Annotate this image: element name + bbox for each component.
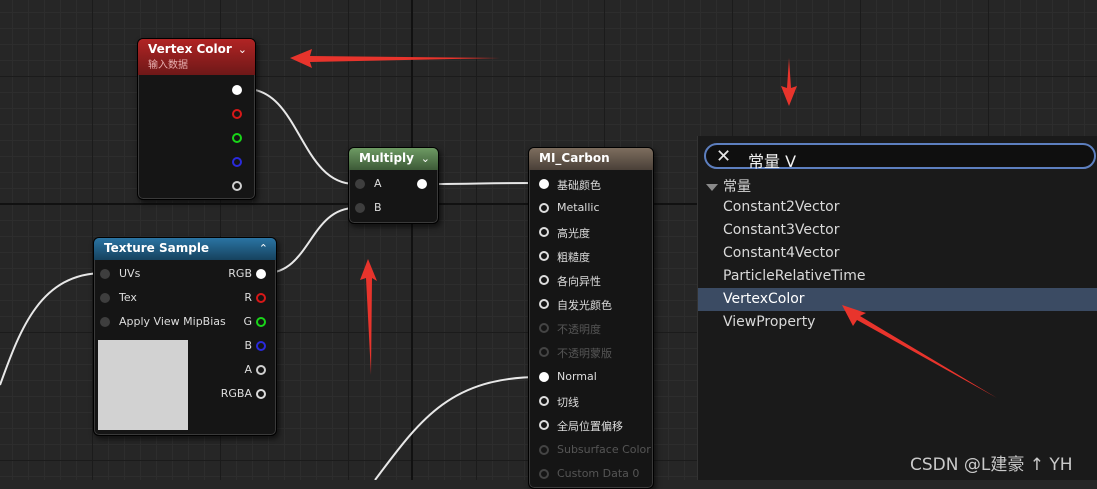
annotation-arrows [290, 49, 997, 398]
red-arrow-down [781, 58, 797, 106]
red-arrow-up [360, 259, 377, 375]
red-arrow-left [290, 49, 500, 68]
red-arrow-diagonal [842, 305, 997, 398]
watermark: CSDN @L建豪 ↑ YH [910, 455, 1073, 475]
